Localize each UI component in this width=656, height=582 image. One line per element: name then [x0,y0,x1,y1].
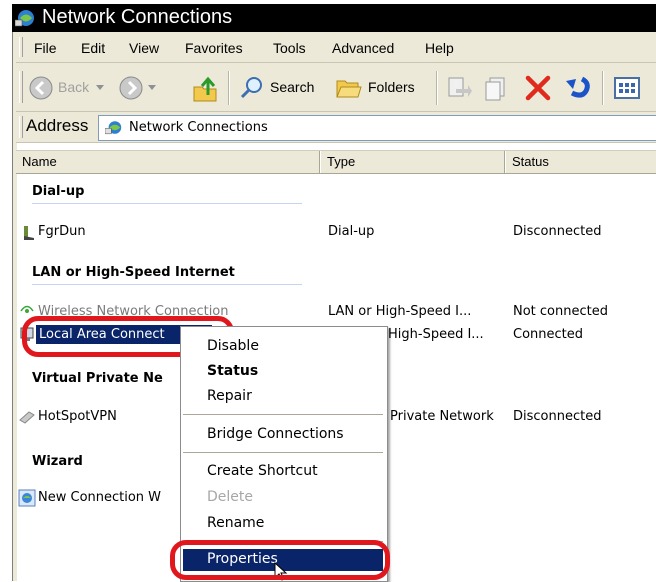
menu-bar: File Edit View Favorites Tools Advanced … [16,32,656,63]
menu-item-bridge-connections[interactable]: Bridge Connections [207,426,344,442]
menu-item-delete: Delete [207,489,253,505]
menu-separator [183,452,383,453]
item-type: Dial-up [328,224,375,239]
address-label: Address [26,116,89,135]
menu-item-rename[interactable]: Rename [207,515,264,531]
up-folder-icon[interactable] [192,75,220,103]
menu-edit[interactable]: Edit [81,40,105,56]
address-grip[interactable] [19,116,23,138]
menu-separator [183,414,383,415]
toolbar: Back Search Folders [16,63,656,112]
forward-button[interactable] [116,73,160,103]
item-name: HotSpotVPN [38,409,117,424]
column-header-status[interactable]: Status [512,154,549,169]
search-label: Search [270,79,315,95]
dialup-connection-icon [24,226,34,240]
undo-icon[interactable] [562,73,592,103]
address-value: Network Connections [129,120,268,135]
wizard-icon [18,489,36,507]
item-name: New Connection W [38,490,162,505]
column-header-name[interactable]: Name [22,154,57,169]
menu-help[interactable]: Help [425,40,454,56]
list-item-fgrdun[interactable]: FgrDun Dial-up Disconnected [16,222,656,242]
window-title: Network Connections [42,6,233,28]
network-connections-icon [15,10,34,27]
copy-to-icon[interactable] [484,75,510,101]
group-header-wizard: Wizard [32,454,83,469]
address-bar: Address Network Connections [16,112,656,143]
item-type: LAN or High-Speed I... [328,304,472,319]
group-divider [32,203,302,204]
group-header-vpn: Virtual Private Ne [32,371,163,386]
menu-item-status[interactable]: Status [207,363,258,379]
back-label: Back [58,79,90,95]
folders-button[interactable]: Folders [334,73,430,103]
column-header-type[interactable]: Type [327,154,355,169]
annotation-highlight-properties [170,540,390,580]
folders-icon [336,80,362,98]
menu-view[interactable]: View [129,40,159,56]
delete-icon[interactable] [524,74,552,102]
item-status: Disconnected [513,409,602,424]
item-status: Disconnected [513,224,602,239]
item-type: Private Network [390,409,494,424]
back-arrow-icon [29,76,53,100]
chevron-down-icon [96,85,104,90]
menu-advanced[interactable]: Advanced [332,40,394,56]
search-icon [240,77,262,99]
search-button[interactable]: Search [238,73,330,103]
menu-tools[interactable]: Tools [273,40,306,56]
network-connections-icon [105,121,122,135]
menu-item-repair[interactable]: Repair [207,388,252,404]
group-header-lan: LAN or High-Speed Internet [32,265,235,280]
address-input[interactable]: Network Connections [98,115,656,141]
column-headers: Name Type Status [16,150,656,174]
group-header-dialup: Dial-up [32,184,85,199]
menu-item-create-shortcut[interactable]: Create Shortcut [207,463,318,479]
menu-file[interactable]: File [34,40,57,56]
views-icon[interactable] [614,76,640,100]
item-status: Not connected [513,304,608,319]
forward-arrow-icon [119,76,143,100]
title-bar[interactable]: Network Connections [12,4,656,32]
group-divider [32,284,302,285]
vpn-connection-icon [19,411,35,424]
item-type: High-Speed I... [388,327,484,342]
toolbar-grip[interactable] [19,71,23,103]
item-name: FgrDun [38,224,86,239]
menu-favorites[interactable]: Favorites [185,40,243,56]
back-button[interactable]: Back [26,73,108,103]
item-status: Connected [513,327,584,342]
menu-item-disable[interactable]: Disable [207,338,259,354]
folders-label: Folders [368,79,415,95]
move-to-icon[interactable] [446,75,472,101]
chevron-down-icon [148,85,156,90]
menu-grip[interactable] [19,37,23,57]
